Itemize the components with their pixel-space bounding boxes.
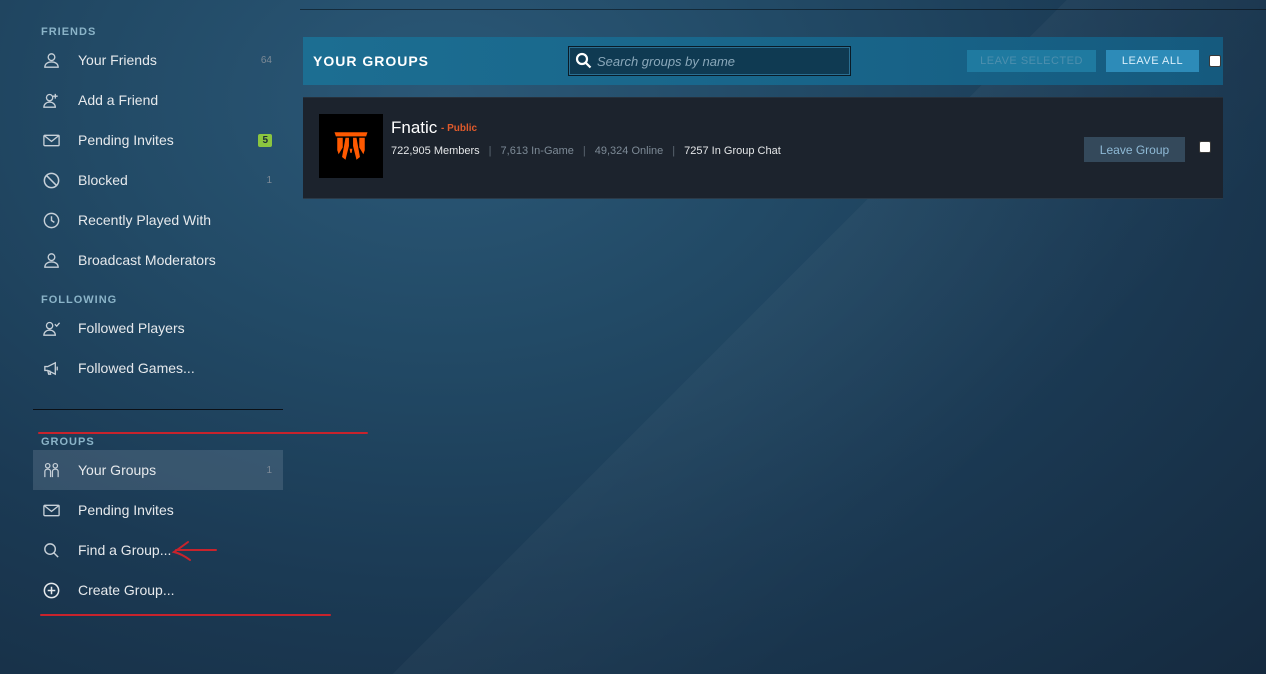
sidebar-item-followed-players[interactable]: Followed Players	[33, 308, 283, 348]
group-type: - Public	[441, 123, 478, 134]
following-section-title: FOLLOWING	[41, 294, 118, 306]
groups-header: YOUR GROUPS LEAVE SELECTED LEAVE ALL	[303, 37, 1223, 85]
fnatic-logo-icon	[334, 132, 368, 160]
leave-all-button[interactable]: LEAVE ALL	[1106, 50, 1199, 72]
leave-group-button[interactable]: Leave Group	[1084, 137, 1185, 162]
groups-count: 1	[266, 464, 272, 476]
sidebar-item-group-pending-invites[interactable]: Pending Invites	[33, 490, 283, 530]
leave-selected-button[interactable]: LEAVE SELECTED	[967, 50, 1096, 72]
megaphone-icon	[41, 358, 61, 378]
sidebar-item-label: Pending Invites	[78, 132, 174, 148]
pending-invites-badge: 5	[258, 133, 272, 147]
sidebar-item-label: Create Group...	[78, 582, 175, 598]
followed-players-icon	[41, 318, 61, 338]
group-select-checkbox[interactable]	[1199, 141, 1211, 153]
sidebar-item-pending-invites[interactable]: Pending Invites 5	[33, 120, 283, 160]
annotation-arrow-icon	[171, 541, 217, 561]
sidebar-item-label: Your Groups	[78, 462, 157, 478]
search-input[interactable]	[597, 53, 850, 69]
friends-section-title: FRIENDS	[41, 26, 97, 38]
search-box[interactable]	[568, 46, 851, 76]
add-person-icon	[41, 90, 61, 110]
sidebar-item-label: Blocked	[78, 172, 128, 188]
sidebar-item-label: Followed Players	[78, 320, 185, 336]
stat-separator: |	[672, 145, 676, 157]
search-icon	[571, 47, 597, 75]
sidebar-item-label: Pending Invites	[78, 502, 174, 518]
sidebar-item-label: Broadcast Moderators	[78, 252, 216, 268]
sidebar-item-create-group[interactable]: Create Group...	[33, 570, 283, 610]
sidebar-item-add-friend[interactable]: Add a Friend	[33, 80, 283, 120]
sidebar-item-your-friends[interactable]: Your Friends 64	[33, 40, 283, 80]
sidebar-item-blocked[interactable]: Blocked 1	[33, 160, 283, 200]
annotation-underline-create	[40, 614, 331, 616]
annotation-underline-groups	[38, 432, 368, 434]
plus-circle-icon	[41, 580, 61, 600]
sidebar-item-recently-played[interactable]: Recently Played With	[33, 200, 283, 240]
blocked-icon	[41, 170, 61, 190]
sidebar-item-find-group[interactable]: Find a Group...	[33, 530, 283, 570]
envelope-icon	[41, 500, 61, 520]
sidebar-item-label: Recently Played With	[78, 212, 212, 228]
clock-icon	[41, 210, 61, 230]
group-name[interactable]: Fnatic	[391, 118, 437, 138]
group-avatar[interactable]	[319, 114, 383, 178]
sidebar-divider	[33, 409, 283, 410]
stat-separator: |	[582, 145, 586, 157]
in-chat-count: 7257 In Group Chat	[684, 145, 781, 157]
sidebar-item-followed-games[interactable]: Followed Games...	[33, 348, 283, 388]
group-icon	[41, 460, 61, 480]
sidebar-item-label: Your Friends	[78, 52, 157, 68]
search-icon	[41, 540, 61, 560]
stat-separator: |	[488, 145, 492, 157]
sidebar-item-label: Followed Games...	[78, 360, 195, 376]
group-card: Fnatic - Public 722,905 Members | 7,613 …	[303, 97, 1223, 199]
top-divider	[300, 9, 1266, 10]
group-stats: 722,905 Members | 7,613 In-Game | 49,324…	[391, 145, 781, 157]
in-game-count: 7,613 In-Game	[500, 145, 574, 157]
person-icon	[41, 50, 61, 70]
sidebar-item-your-groups[interactable]: Your Groups 1	[33, 450, 283, 490]
online-count: 49,324 Online	[594, 145, 664, 157]
envelope-icon	[41, 130, 61, 150]
select-all-checkbox[interactable]	[1209, 55, 1221, 67]
blocked-count: 1	[266, 174, 272, 186]
members-count: 722,905 Members	[391, 145, 480, 157]
friends-count: 64	[260, 54, 272, 66]
groups-section-title: GROUPS	[41, 436, 95, 448]
sidebar-item-broadcast-moderators[interactable]: Broadcast Moderators	[33, 240, 283, 280]
sidebar-item-label: Add a Friend	[78, 92, 159, 108]
person-icon	[41, 250, 61, 270]
page-title: YOUR GROUPS	[313, 53, 430, 69]
